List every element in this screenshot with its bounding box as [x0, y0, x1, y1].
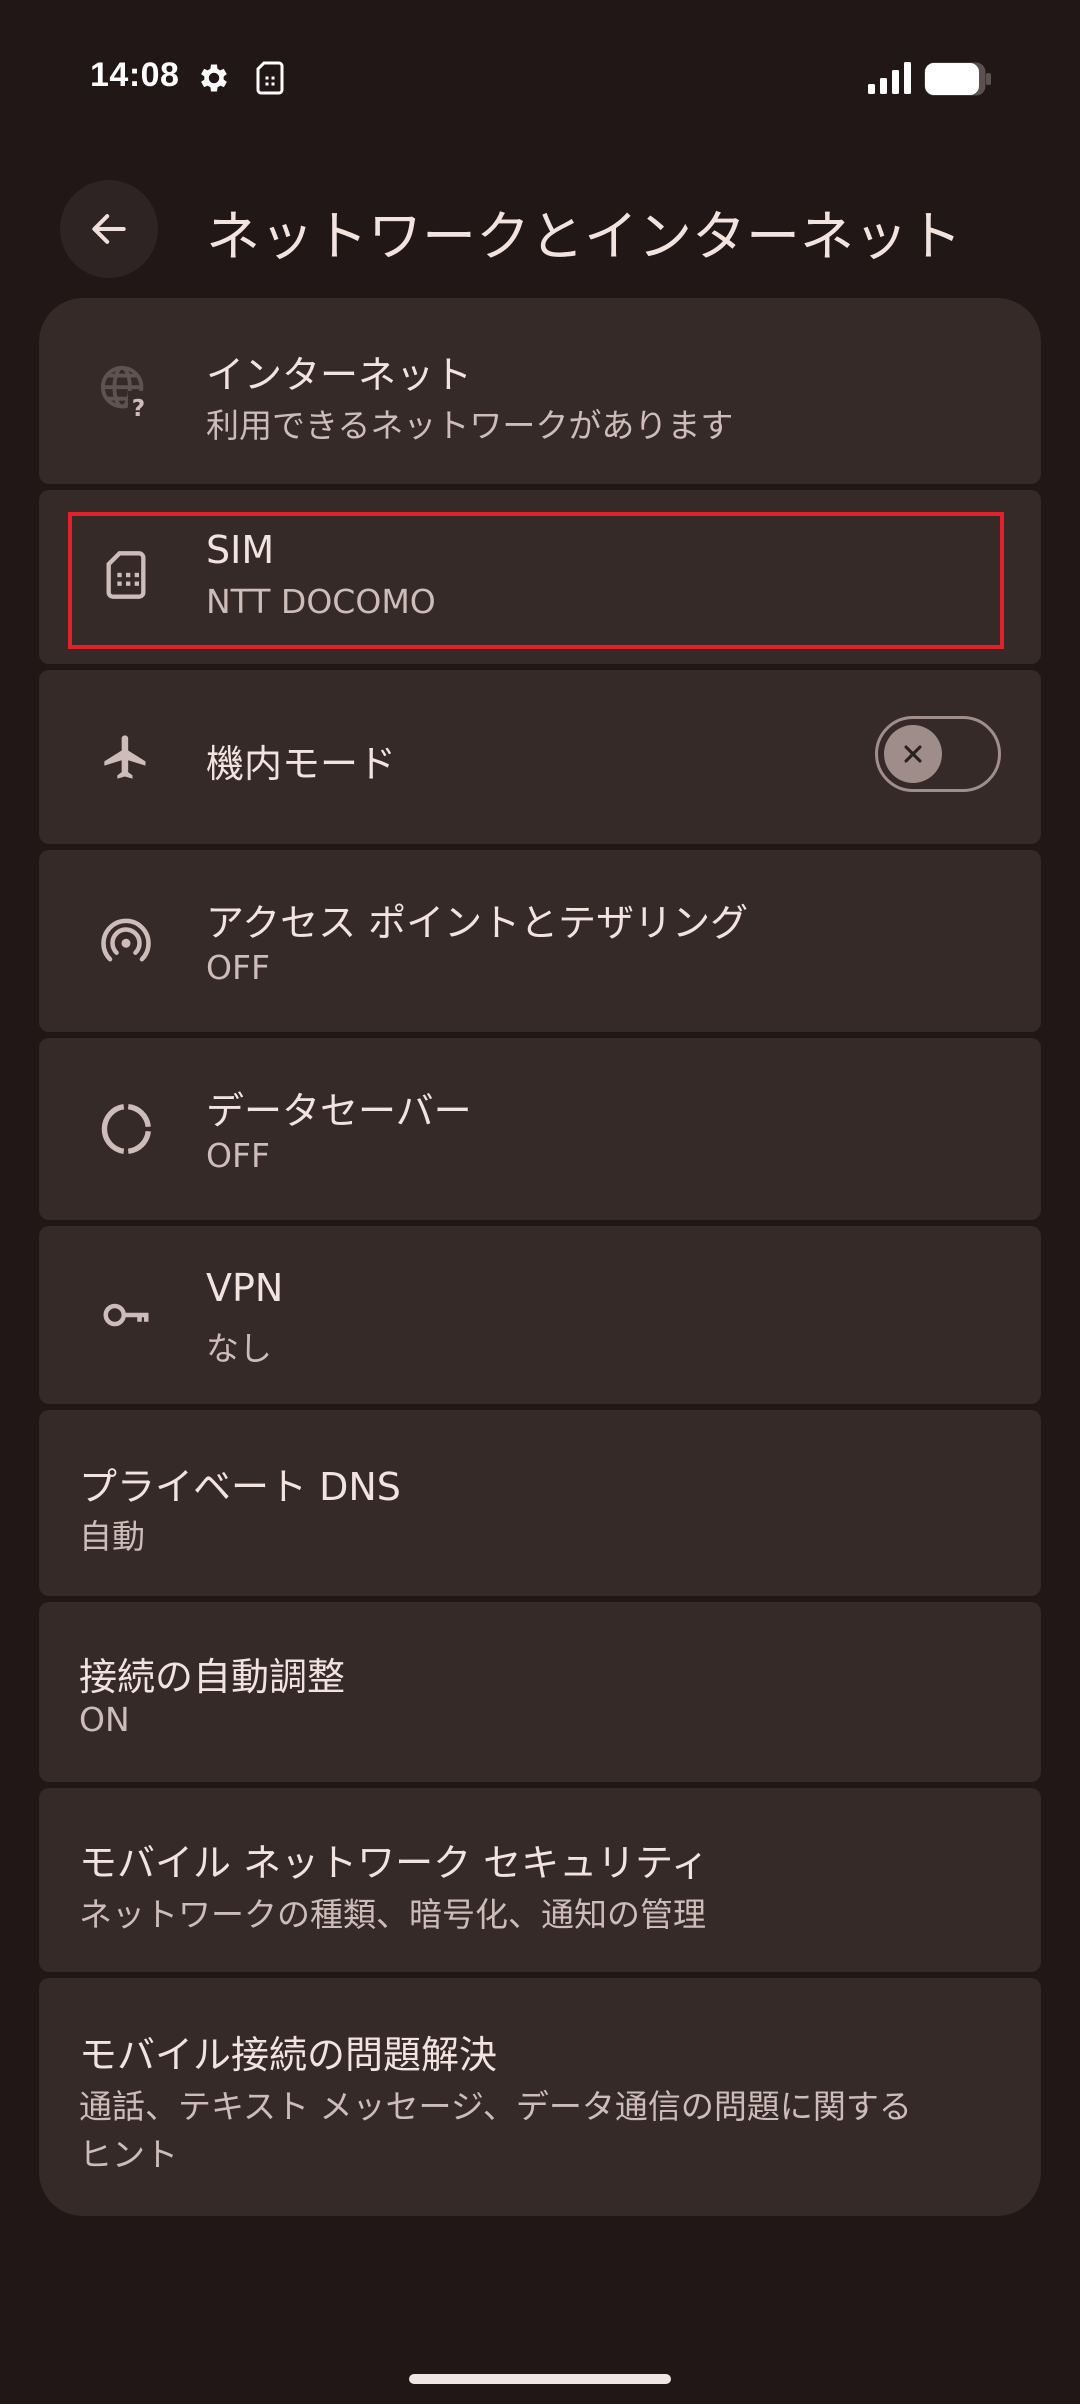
troubleshooting-subtitle-line1: 通話、テキスト メッセージ、データ通信の問題に関する [79, 2087, 912, 2126]
data-saver-title: データセーバー [206, 1089, 472, 1133]
data-saver-item[interactable]: データセーバー OFF [39, 1038, 1041, 1220]
data-saver-icon [99, 1102, 153, 1156]
airplane-icon [99, 730, 153, 784]
troubleshooting-item[interactable]: モバイル接続の問題解決 通話、テキスト メッセージ、データ通信の問題に関する ヒ… [39, 1978, 1041, 2216]
battery-icon [924, 62, 992, 100]
page-title: ネットワークとインターネット [206, 205, 962, 268]
close-icon [904, 745, 922, 763]
adaptive-connectivity-item[interactable]: 接続の自動調整 ON [39, 1602, 1041, 1782]
troubleshooting-subtitle-line2: ヒント [79, 2135, 178, 2174]
airplane-mode-item[interactable]: 機内モード [39, 670, 1041, 844]
status-time: 14:08 [90, 56, 180, 94]
vpn-title: VPN [206, 1266, 284, 1310]
vpn-item[interactable]: VPN なし [39, 1226, 1041, 1404]
internet-title: インターネット [206, 353, 473, 397]
hotspot-item[interactable]: アクセス ポイントとテザリング OFF [39, 850, 1041, 1032]
airplane-mode-title: 機内モード [206, 742, 397, 786]
private-dns-item[interactable]: プライベート DNS 自動 [39, 1410, 1041, 1596]
svg-text:?: ? [132, 396, 145, 419]
vpn-key-icon [99, 1288, 153, 1342]
data-saver-subtitle: OFF [206, 1136, 270, 1175]
back-button[interactable] [60, 180, 158, 278]
vpn-subtitle: なし [206, 1329, 272, 1368]
settings-icon [196, 60, 232, 100]
status-bar: 14:08 [0, 0, 1080, 160]
mobile-network-security-item[interactable]: モバイル ネットワーク セキュリティ ネットワークの種類、暗号化、通知の管理 [39, 1788, 1041, 1972]
toggle-knob [884, 725, 942, 783]
mobile-network-security-subtitle: ネットワークの種類、暗号化、通知の管理 [79, 1895, 706, 1934]
sim-highlight-box [68, 512, 1004, 649]
hotspot-subtitle: OFF [206, 948, 270, 987]
adaptive-connectivity-subtitle: ON [79, 1700, 130, 1739]
internet-item[interactable]: ? インターネット 利用できるネットワークがあります [39, 298, 1041, 484]
signal-icon [868, 62, 912, 98]
private-dns-subtitle: 自動 [79, 1517, 145, 1556]
airplane-mode-toggle[interactable] [875, 716, 1001, 792]
home-indicator[interactable] [409, 2374, 671, 2384]
globe-question-icon: ? [99, 364, 153, 419]
mobile-network-security-title: モバイル ネットワーク セキュリティ [79, 1841, 709, 1885]
private-dns-title: プライベート DNS [79, 1465, 401, 1509]
arrow-back-icon [92, 214, 126, 244]
hotspot-title: アクセス ポイントとテザリング [206, 901, 749, 945]
adaptive-connectivity-title: 接続の自動調整 [79, 1655, 346, 1699]
sim-icon [254, 60, 286, 100]
troubleshooting-title: モバイル接続の問題解決 [79, 2033, 498, 2077]
hotspot-icon [99, 914, 153, 968]
internet-subtitle: 利用できるネットワークがあります [206, 406, 734, 445]
